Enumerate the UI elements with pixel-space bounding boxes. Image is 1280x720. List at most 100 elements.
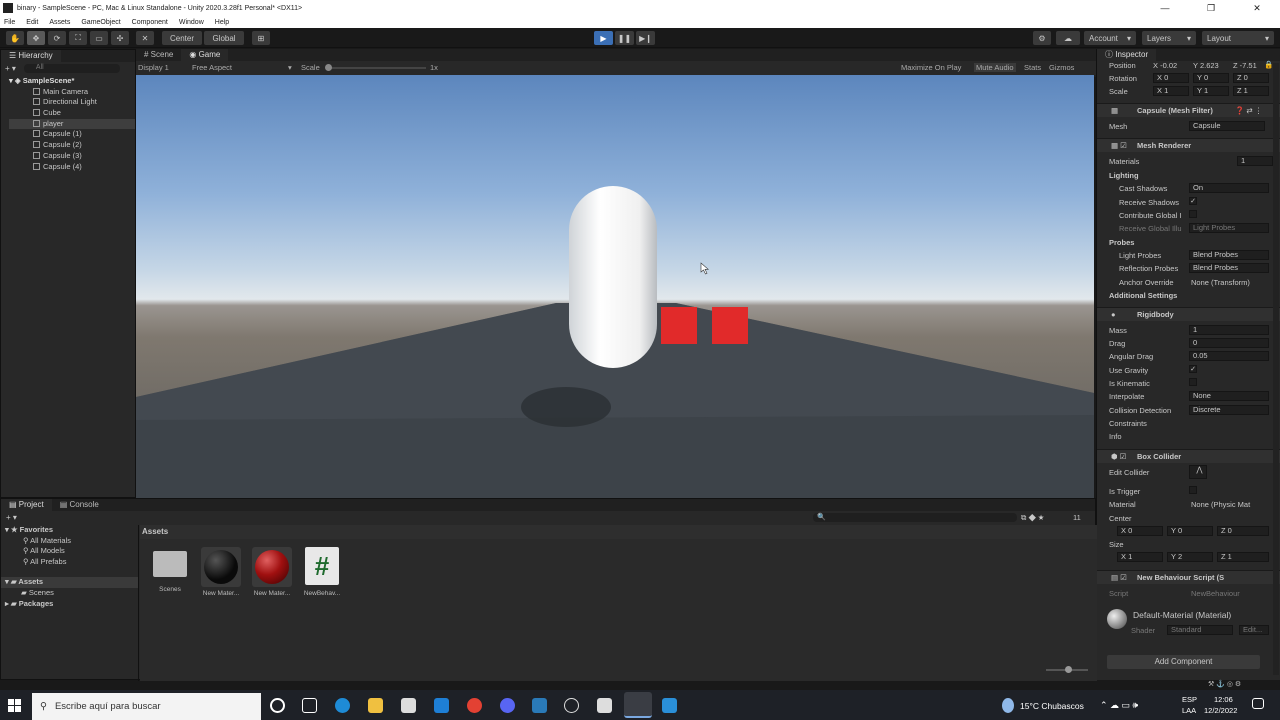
close-button[interactable]: ✕ <box>1234 0 1280 16</box>
is-kinematic-checkbox[interactable] <box>1189 378 1197 386</box>
chrome-icon[interactable] <box>467 698 482 713</box>
asset-material-black[interactable]: New Mater... <box>199 547 243 597</box>
collider-material-field[interactable]: None (Physic Mat <box>1191 500 1250 509</box>
cortana-icon[interactable] <box>270 698 285 713</box>
rect-tool-icon[interactable]: ▭ <box>90 31 108 45</box>
task-view-icon[interactable] <box>302 698 317 713</box>
asset-script[interactable]: # NewBehav... <box>300 547 344 597</box>
discord-icon[interactable] <box>500 698 515 713</box>
tab-scene[interactable]: # Scene <box>136 49 181 61</box>
tab-project[interactable]: ▤ Project <box>1 499 52 511</box>
favorite-all-prefabs[interactable]: ⚲ All Prefabs <box>1 557 138 568</box>
move-tool-icon[interactable]: ✥ <box>27 31 45 45</box>
store-icon[interactable] <box>401 698 416 713</box>
app-icon[interactable] <box>532 698 547 713</box>
scale-x-field[interactable]: X 1 <box>1153 86 1189 96</box>
mail-icon[interactable] <box>434 698 449 713</box>
weather-text[interactable]: 15°C Chubascos <box>1020 701 1084 711</box>
hierarchy-item-main-camera[interactable]: Main Camera <box>9 87 135 98</box>
weather-icon[interactable] <box>1002 698 1014 713</box>
hierarchy-item-capsule-3[interactable]: Capsule (3) <box>9 151 135 162</box>
tab-game[interactable]: ◉ Game <box>181 49 229 61</box>
menu-file[interactable]: File <box>4 19 15 26</box>
maximize-on-play-toggle[interactable]: Maximize On Play <box>901 63 961 72</box>
menu-edit[interactable]: Edit <box>26 19 38 26</box>
mass-field[interactable]: 1 <box>1189 325 1269 335</box>
menu-window[interactable]: Window <box>179 19 204 26</box>
play-button[interactable]: ▶ <box>594 31 613 45</box>
receive-gi-dropdown[interactable]: Light Probes <box>1189 223 1269 233</box>
tab-console[interactable]: ▤ Console <box>52 499 107 511</box>
rigidbody-header[interactable]: Rigidbody <box>1097 307 1280 321</box>
input-language-layout[interactable]: LAA <box>1182 706 1196 715</box>
notifications-icon[interactable] <box>1252 698 1264 709</box>
use-gravity-checkbox[interactable]: ✓ <box>1189 365 1197 373</box>
hierarchy-item-cube[interactable]: Cube <box>9 108 135 119</box>
size-z-field[interactable]: Z 1 <box>1217 552 1269 562</box>
interpolate-dropdown[interactable]: None <box>1189 391 1269 401</box>
angular-drag-field[interactable]: 0.05 <box>1189 351 1269 361</box>
thumbnail-size-handle[interactable] <box>1065 666 1072 673</box>
lighting-foldout[interactable]: Lighting <box>1109 171 1139 180</box>
materials-foldout[interactable]: Materials <box>1109 157 1139 166</box>
taskbar-search-input[interactable]: ⚲ Escribe aquí para buscar <box>32 693 261 720</box>
center-z-field[interactable]: Z 0 <box>1217 526 1269 536</box>
inspector-scrollbar[interactable] <box>1273 63 1279 675</box>
pause-button[interactable]: ❚❚ <box>615 31 634 45</box>
windows-start-icon[interactable] <box>8 699 21 712</box>
scale-y-field[interactable]: Y 1 <box>1193 86 1229 96</box>
filter-icons[interactable]: ⧉ ◆ ★ <box>1021 513 1044 523</box>
hierarchy-item-capsule-4[interactable]: Capsule (4) <box>9 162 135 173</box>
file-explorer-icon[interactable] <box>368 698 383 713</box>
tab-hierarchy[interactable]: ☰ Hierarchy <box>1 50 61 62</box>
packages-folder[interactable]: ▸ ▰ Packages <box>1 599 138 610</box>
position-y-field[interactable]: Y 2.623 <box>1193 61 1219 70</box>
menu-gameobject[interactable]: GameObject <box>81 19 120 26</box>
unity-hub-icon[interactable] <box>597 698 612 713</box>
shader-edit-button[interactable]: Edit... <box>1239 625 1269 635</box>
vscode-icon[interactable] <box>662 698 677 713</box>
scale-z-field[interactable]: Z 1 <box>1233 86 1269 96</box>
favorite-all-models[interactable]: ⚲ All Models <box>1 546 138 557</box>
layout-dropdown[interactable]: Layout ▾ <box>1202 31 1274 45</box>
size-x-field[interactable]: X 1 <box>1117 552 1163 562</box>
asset-material-red[interactable]: New Mater... <box>250 547 294 597</box>
hierarchy-item-directional-light[interactable]: Directional Light <box>9 97 135 108</box>
menu-assets[interactable]: Assets <box>49 19 70 26</box>
custom-tool-icon[interactable]: ✕ <box>136 31 154 45</box>
info-foldout[interactable]: Info <box>1109 432 1122 441</box>
rotation-x-field[interactable]: X 0 <box>1153 73 1189 83</box>
rotation-y-field[interactable]: Y 0 <box>1193 73 1229 83</box>
contribute-gi-checkbox[interactable] <box>1189 210 1197 218</box>
clock-date[interactable]: 12/2/2022 <box>1204 706 1237 715</box>
edit-collider-icon[interactable]: ⋀ <box>1189 465 1207 479</box>
scale-tool-icon[interactable]: ⛶ <box>69 31 87 45</box>
probes-foldout[interactable]: Probes <box>1109 238 1134 247</box>
transform-tool-icon[interactable]: ✣ <box>111 31 129 45</box>
collab-icon[interactable]: ⚙ <box>1033 31 1051 45</box>
tray-icons[interactable]: ⌃ ☁ ▭ 🕪 <box>1100 700 1138 711</box>
input-language[interactable]: ESP <box>1182 695 1197 704</box>
maximize-button[interactable]: ❐ <box>1188 0 1234 16</box>
center-y-field[interactable]: Y 0 <box>1167 526 1213 536</box>
rotate-tool-icon[interactable]: ⟳ <box>48 31 66 45</box>
layers-dropdown[interactable]: Layers ▾ <box>1142 31 1196 45</box>
hierarchy-item-capsule-1[interactable]: Capsule (1) <box>9 129 135 140</box>
shader-dropdown[interactable]: Standard <box>1167 625 1233 635</box>
additional-settings-foldout[interactable]: Additional Settings <box>1109 291 1177 300</box>
edge-browser-icon[interactable] <box>335 698 350 713</box>
scale-slider-handle[interactable] <box>325 64 332 71</box>
hierarchy-search-input[interactable]: All <box>23 63 120 73</box>
anchor-override-field[interactable]: None (Transform) <box>1191 278 1250 287</box>
tab-inspector[interactable]: ⓘ Inspector <box>1097 49 1157 61</box>
size-y-field[interactable]: Y 2 <box>1167 552 1213 562</box>
favorites-foldout[interactable]: ▾ ★ Favorites <box>1 525 138 536</box>
game-view[interactable] <box>136 75 1094 498</box>
reflection-probes-dropdown[interactable]: Blend Probes <box>1189 263 1269 273</box>
materials-count-field[interactable]: 1 <box>1237 156 1273 166</box>
is-trigger-checkbox[interactable] <box>1189 486 1197 494</box>
minimize-button[interactable]: — <box>1142 0 1188 16</box>
mesh-field[interactable]: Capsule <box>1189 121 1265 131</box>
pivot-center-button[interactable]: Center <box>162 31 202 45</box>
scale-slider[interactable] <box>326 67 426 69</box>
